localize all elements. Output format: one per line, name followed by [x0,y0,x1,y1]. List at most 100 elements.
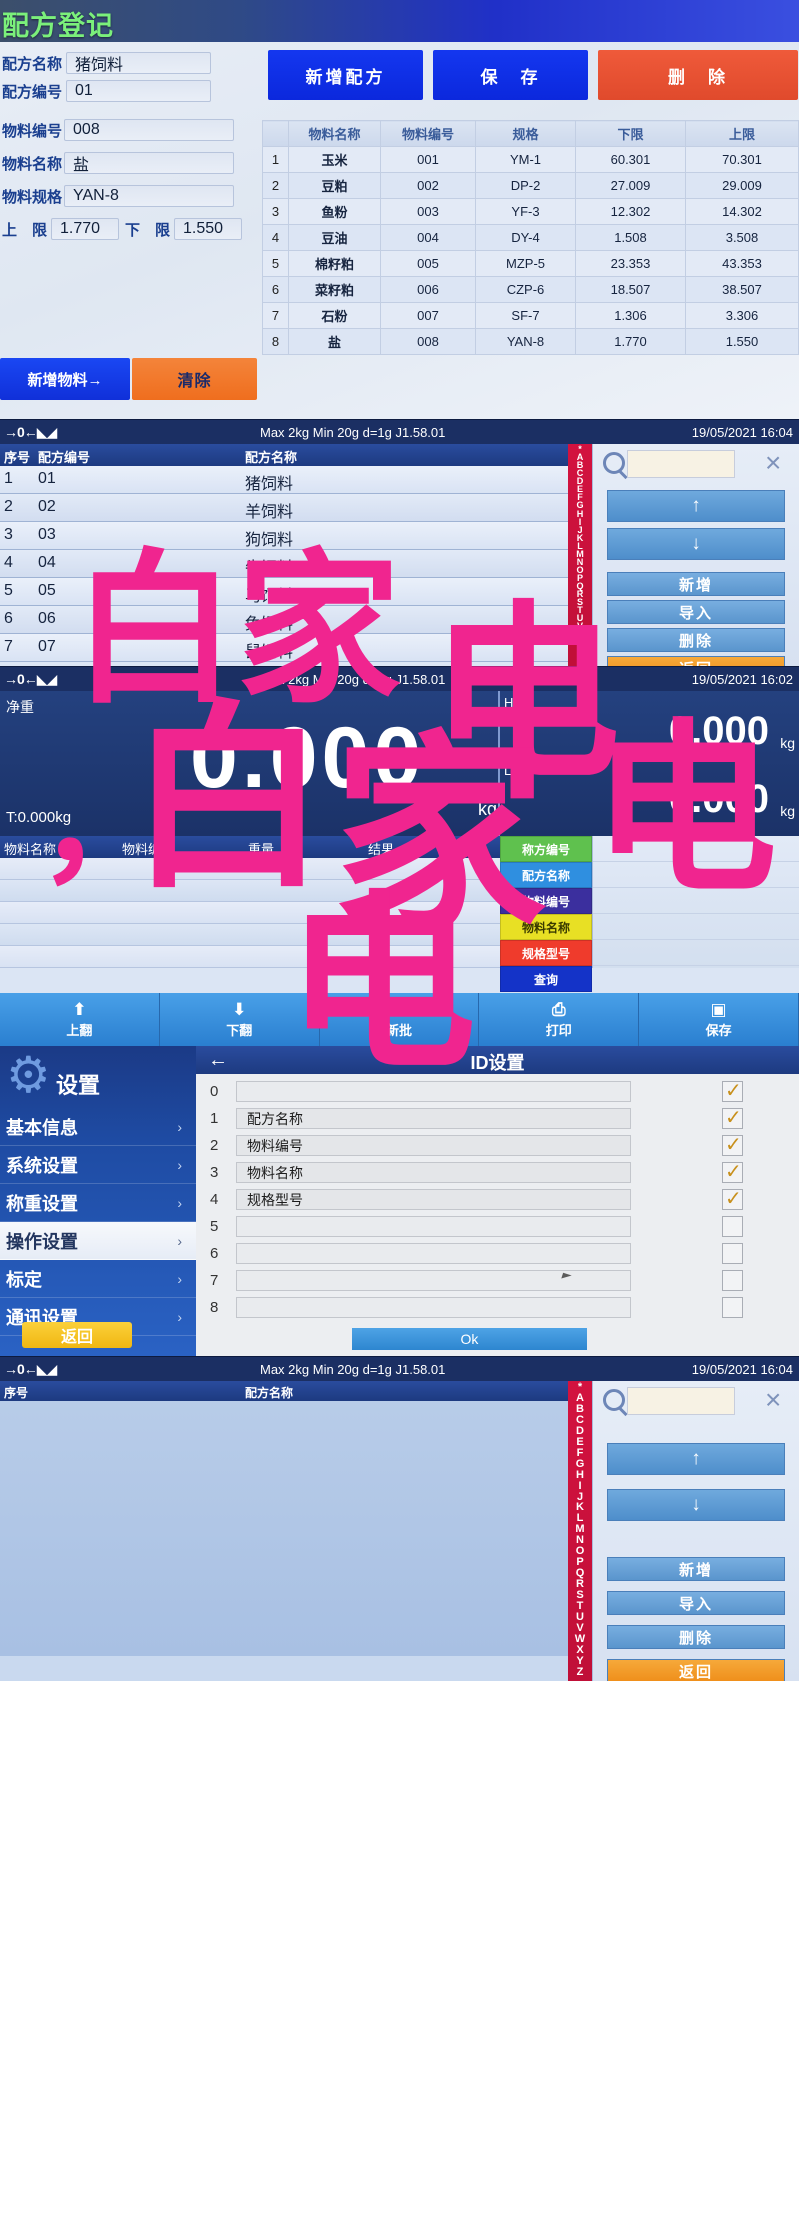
import-button-2[interactable]: 导入 [607,1591,785,1615]
clear-button[interactable]: 清除 [132,358,257,400]
field-filter-button[interactable]: 查询 [500,966,592,992]
delete-list-button[interactable]: 删除 [607,628,785,652]
field-filter-button[interactable]: 物料编号 [500,888,592,914]
table-row[interactable] [0,880,500,902]
material-code-input[interactable]: 008 [64,119,235,141]
new-recipe-button[interactable]: 新增配方 [268,50,423,100]
checkbox[interactable] [722,1216,743,1237]
table-row[interactable]: 8 盐 008 YAN-8 1.770 1.550 [262,328,799,355]
search-input-2[interactable] [627,1387,735,1415]
table-row[interactable]: 3 鱼粉 003 YF-3 12.302 14.302 [262,198,799,225]
recipe-name-input[interactable]: 猪饲料 [66,52,212,74]
checkbox[interactable] [722,1270,743,1291]
scroll-up-button[interactable]: ↑ [607,490,785,522]
checkbox[interactable] [722,1078,743,1103]
alpha-letter[interactable]: H [576,1469,584,1481]
alpha-letter[interactable]: G [576,1458,585,1470]
field-filter-button[interactable]: 称方编号 [500,836,592,862]
new-material-button[interactable]: 新增物料→ [0,358,130,400]
upper-limit-input[interactable]: 1.770 [51,218,120,240]
close-icon-2[interactable]: × [765,1386,791,1414]
scroll-down-button-2[interactable]: ↓ [607,1489,785,1521]
save-button[interactable]: 保 存 [433,50,588,100]
list-item-code: 02 [38,498,56,515]
back-button-2[interactable]: 返回 [607,1659,785,1681]
table-row[interactable] [0,924,500,946]
id-field-input[interactable] [236,1081,631,1102]
sidebar-item-标定[interactable]: 标定 › [0,1260,196,1298]
settings-panel: ⚙ 设置 基本信息 › 系统设置 › 称重设置 › 操作设置 › 标定 › 通讯设置 › 返回 ← I… [0,1046,799,1356]
import-button[interactable]: 导入 [607,600,785,624]
material-name-input[interactable]: 盐 [64,152,235,174]
table-row[interactable]: 1 玉米 001 YM-1 60.301 70.301 [262,146,799,173]
sidebar-item-系统设置[interactable]: 系统设置 › [0,1146,196,1184]
add-button[interactable]: 新增 [607,572,785,596]
cell-material-name: 玉米 [288,146,381,173]
delete-button[interactable]: 删 除 [598,50,798,100]
search-box[interactable]: × [601,449,791,480]
id-field-input[interactable]: 配方名称 [236,1108,631,1129]
toolbar-button[interactable]: ▣ 保存 [639,993,799,1046]
table-row[interactable]: 2 豆粕 002 DP-2 27.009 29.009 [262,172,799,199]
list-item[interactable]: 5 05 马饲料 [0,578,568,606]
sidebar-item-label: 操作设置 [6,1231,78,1252]
table-row[interactable]: 6 菜籽粕 006 CZP-6 18.507 38.507 [262,276,799,303]
checkbox[interactable] [722,1186,743,1211]
settings-back-button[interactable]: 返回 [22,1322,132,1348]
id-field-input[interactable]: 物料名称 [236,1162,631,1183]
sidebar-item-基本信息[interactable]: 基本信息 › [0,1108,196,1146]
add-button-2[interactable]: 新增 [607,1557,785,1581]
alphabet-scrollbar-2[interactable]: * A B C D E F G H I J K L M N O P Q R S T U V W X Y Z [568,1381,592,1681]
list-item[interactable]: 4 04 牛饲料 [0,550,568,578]
id-field-input[interactable]: 物料编号 [236,1135,631,1156]
table-row[interactable]: 7 石粉 007 SF-7 1.306 3.306 [262,302,799,329]
ok-button[interactable]: Ok [352,1328,587,1350]
row-number: 0 [210,1083,219,1100]
toolbar-button[interactable]: ⬆ 上翻 [0,993,160,1046]
list-item[interactable]: 2 02 羊饲料 [0,494,568,522]
checkbox[interactable] [722,1159,743,1184]
table-row[interactable] [0,946,500,968]
lower-limit-input[interactable]: 1.550 [174,218,243,240]
toolbar-button[interactable]: ⬇ 下翻 [159,993,320,1046]
table-row[interactable] [0,858,500,880]
search-box-2[interactable]: × [601,1386,791,1417]
id-field-input[interactable] [236,1243,631,1264]
alpha-letter[interactable]: Z [577,1666,584,1678]
sidebar-item-操作设置[interactable]: 操作设置 › [0,1222,196,1260]
alphabet-scrollbar[interactable]: * A B C D E F G H I J K L M N O P Q R S T U V W X Y Z [568,444,592,666]
alpha-letter[interactable]: Z [577,654,583,663]
field-filter-button[interactable]: 规格型号 [500,940,592,966]
alpha-letter[interactable]: I [578,1480,581,1492]
table-row[interactable]: 4 豆油 004 DY-4 1.508 3.508 [262,224,799,251]
checkbox[interactable] [722,1297,743,1318]
id-field-input[interactable] [236,1216,631,1237]
toolbar-button[interactable]: ⎙ 打印 [479,993,640,1046]
cell-value: CZP-6 [475,276,576,303]
search-input[interactable] [627,450,735,478]
id-field-input[interactable] [236,1270,631,1291]
table-row[interactable] [0,902,500,924]
recipe-code-row: 配方编号 01 [2,80,212,102]
delete-list-button-2[interactable]: 删除 [607,1625,785,1649]
checkbox[interactable] [722,1132,743,1157]
field-filter-button[interactable]: 配方名称 [500,862,592,888]
close-icon[interactable]: × [765,449,791,477]
recipe-code-input[interactable]: 01 [66,80,212,102]
sidebar-item-称重设置[interactable]: 称重设置 › [0,1184,196,1222]
table-row[interactable]: 5 棉籽粕 005 MZP-5 23.353 43.353 [262,250,799,277]
list-item[interactable]: 7 07 鼠饲料 [0,634,568,662]
toolbar-button[interactable]: ▲ 新批 [319,993,480,1046]
id-field-input[interactable] [236,1297,631,1318]
scroll-up-button-2[interactable]: ↑ [607,1443,785,1475]
list-item[interactable]: 3 03 狗饲料 [0,522,568,550]
field-filter-button[interactable]: 物料名称 [500,914,592,940]
list-item[interactable]: 1 01 猪饲料 [0,466,568,494]
scroll-down-button[interactable]: ↓ [607,528,785,560]
material-spec-input[interactable]: YAN-8 [64,185,235,207]
back-button[interactable]: 返回 [607,656,785,666]
id-field-input[interactable]: 规格型号 [236,1189,631,1210]
checkbox[interactable] [722,1243,743,1264]
list-item[interactable]: 6 06 兔饲料 [0,606,568,634]
checkbox[interactable] [722,1105,743,1130]
